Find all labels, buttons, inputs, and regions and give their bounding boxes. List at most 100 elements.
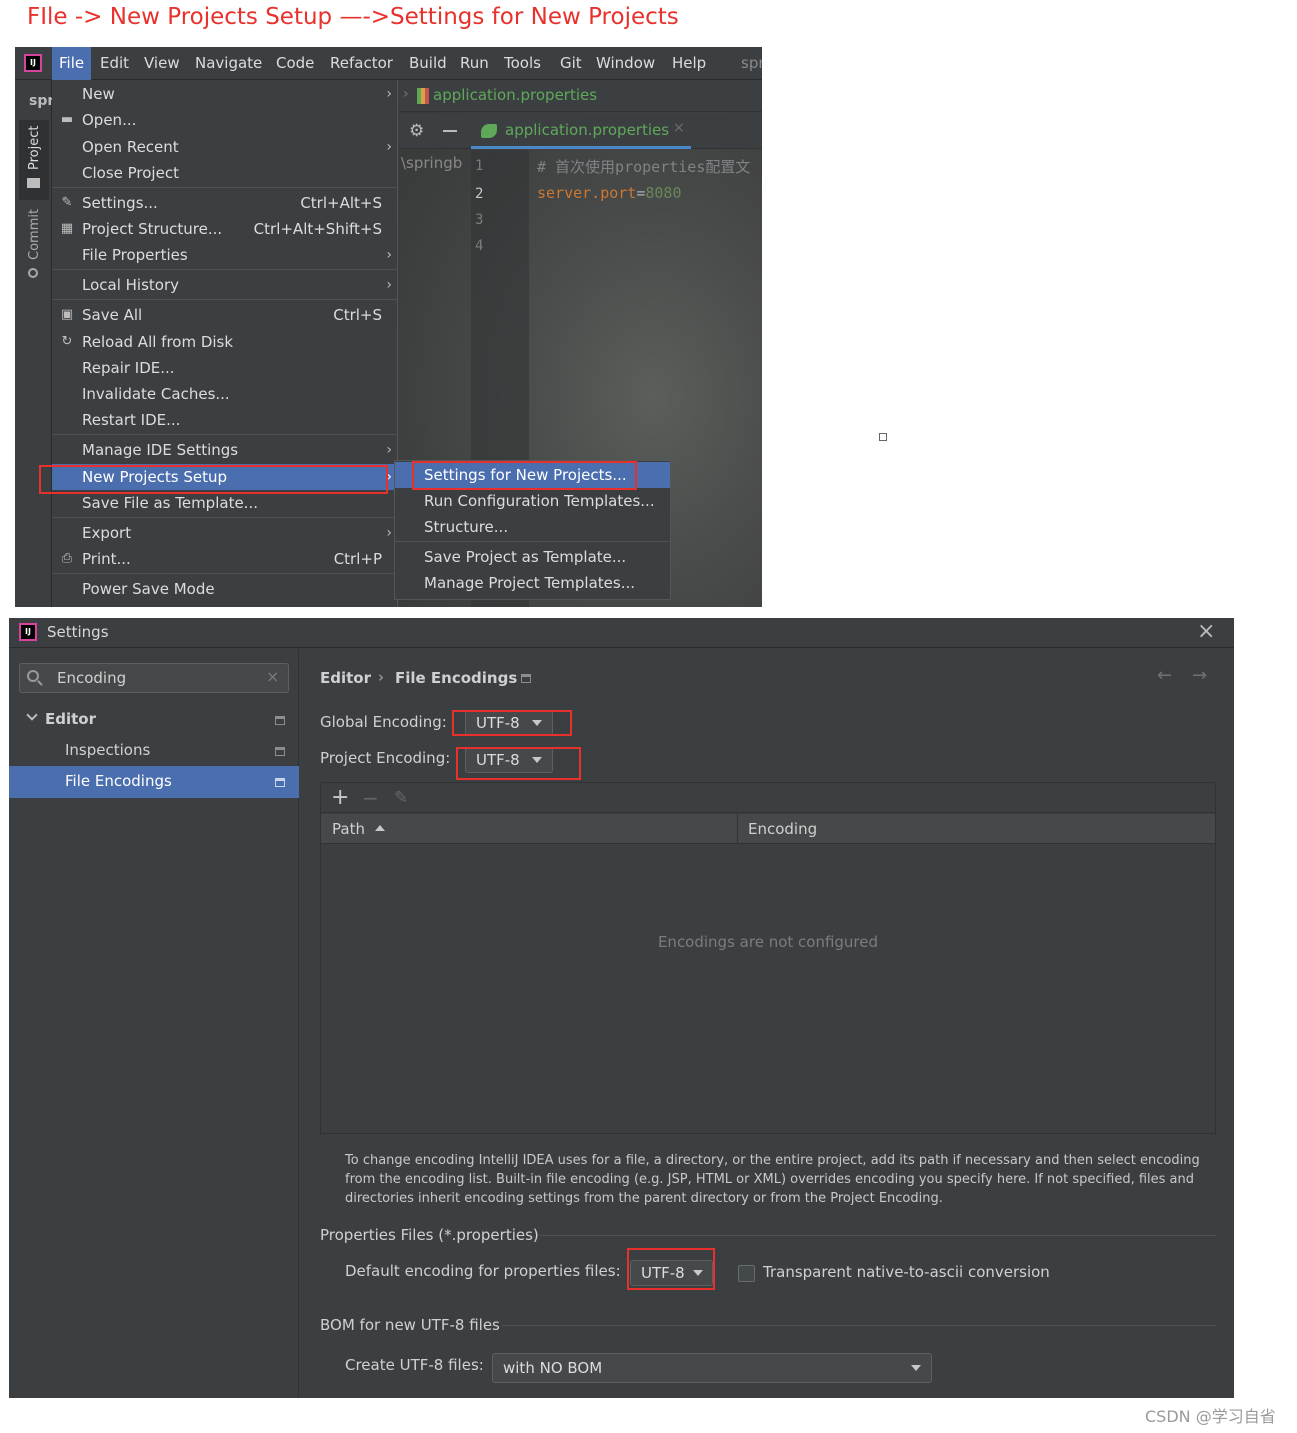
dropdown-arrow-icon bbox=[911, 1365, 921, 1371]
menu-item-shortcut: Ctrl+P bbox=[333, 550, 382, 568]
menu-help[interactable]: Help bbox=[665, 47, 713, 80]
menu-item-local-history[interactable]: Local History › bbox=[52, 272, 398, 298]
menu-edit[interactable]: Edit bbox=[93, 47, 136, 80]
project-encoding-label: Project Encoding: bbox=[320, 749, 451, 767]
menu-item-print[interactable]: ⎙ Print... Ctrl+P bbox=[52, 546, 398, 572]
menu-separator bbox=[52, 573, 398, 574]
column-header-path[interactable]: Path bbox=[332, 820, 365, 838]
chevron-down-icon[interactable] bbox=[26, 709, 38, 721]
tree-item-editor[interactable]: Editor bbox=[9, 705, 299, 735]
create-utf8-label: Create UTF-8 files: bbox=[345, 1356, 484, 1374]
menu-view[interactable]: View bbox=[137, 47, 187, 80]
ide-window: IJ File Edit View Navigate Code Refactor… bbox=[15, 47, 762, 607]
menu-separator bbox=[52, 269, 398, 270]
submenu-item-manage-project-templates[interactable]: Manage Project Templates... bbox=[395, 570, 670, 596]
menu-git[interactable]: Git bbox=[553, 47, 589, 80]
menu-item-open-recent[interactable]: Open Recent › bbox=[52, 134, 398, 160]
settings-search-box[interactable]: Encoding × bbox=[19, 663, 289, 693]
menu-tools[interactable]: Tools bbox=[497, 47, 548, 80]
stray-marker-icon bbox=[879, 433, 887, 441]
breadcrumb-file-encodings: File Encodings bbox=[395, 669, 518, 687]
menu-item-reload-all[interactable]: ↻ Reload All from Disk bbox=[52, 329, 398, 355]
menu-file[interactable]: File bbox=[52, 47, 92, 80]
menu-navigate[interactable]: Navigate bbox=[188, 47, 269, 80]
submenu-item-save-project-as-template[interactable]: Save Project as Template... bbox=[395, 544, 670, 570]
clear-search-icon[interactable]: × bbox=[266, 667, 279, 686]
create-utf8-dropdown[interactable]: with NO BOM bbox=[492, 1353, 932, 1383]
column-header-encoding[interactable]: Encoding bbox=[748, 820, 817, 838]
menu-item-power-save-mode[interactable]: Power Save Mode bbox=[52, 576, 398, 602]
add-icon[interactable]: + bbox=[331, 783, 349, 813]
back-arrow-icon[interactable]: ← bbox=[1157, 665, 1172, 686]
menu-window[interactable]: Window bbox=[589, 47, 662, 80]
menu-item-repair-ide[interactable]: Repair IDE... bbox=[52, 355, 398, 381]
menu-item-invalidate-caches[interactable]: Invalidate Caches... bbox=[52, 381, 398, 407]
editor-tab-label: application.properties bbox=[505, 121, 670, 139]
table-toolbar: + − ✎ bbox=[321, 783, 1215, 813]
properties-section-title: Properties Files (*.properties) bbox=[320, 1226, 539, 1244]
submenu-item-structure[interactable]: Structure... bbox=[395, 514, 670, 540]
forward-arrow-icon[interactable]: → bbox=[1192, 665, 1207, 686]
breadcrumb-editor[interactable]: Editor bbox=[320, 669, 371, 687]
chevron-right-icon: › bbox=[386, 86, 392, 102]
code-line-1: # 首次使用properties配置文 bbox=[537, 158, 751, 176]
tree-item-inspections[interactable]: Inspections bbox=[9, 736, 299, 766]
project-level-icon bbox=[521, 674, 531, 683]
edit-pencil-icon[interactable]: ✎ bbox=[394, 788, 408, 808]
menu-item-restart-ide[interactable]: Restart IDE... bbox=[52, 407, 398, 433]
menu-code[interactable]: Code bbox=[269, 47, 321, 80]
transparent-conversion-checkbox[interactable] bbox=[738, 1265, 755, 1282]
tool-window-strip: spr Project Commit bbox=[15, 80, 54, 607]
project-level-icon bbox=[275, 716, 285, 725]
commit-tab-label: Commit bbox=[27, 208, 42, 260]
gear-icon[interactable]: ⚙ bbox=[409, 121, 424, 141]
submenu-item-run-configuration-templates[interactable]: Run Configuration Templates... bbox=[395, 488, 670, 514]
minimize-icon[interactable] bbox=[443, 130, 457, 132]
remove-icon[interactable]: − bbox=[362, 783, 379, 813]
menu-separator bbox=[52, 299, 398, 300]
menu-item-settings[interactable]: ✎ Settings... Ctrl+Alt+S bbox=[52, 190, 398, 216]
tree-item-label: File Encodings bbox=[65, 772, 172, 790]
column-path-label: Path bbox=[332, 820, 365, 838]
bom-section-title: BOM for new UTF-8 files bbox=[320, 1316, 500, 1334]
menu-run[interactable]: Run bbox=[453, 47, 496, 80]
menu-item-label: Export bbox=[82, 524, 132, 542]
global-encoding-label: Global Encoding: bbox=[320, 713, 447, 731]
project-tool-tab[interactable]: Project bbox=[19, 120, 49, 200]
line-number-2: 2 bbox=[475, 186, 484, 202]
wrench-icon: ✎ bbox=[61, 195, 73, 210]
menu-item-close-project[interactable]: Close Project bbox=[52, 160, 398, 186]
menu-item-label: Project Structure... bbox=[82, 220, 223, 238]
menu-item-label: Open Recent bbox=[82, 138, 179, 156]
menu-build[interactable]: Build bbox=[402, 47, 454, 80]
breadcrumb-file[interactable]: application.properties bbox=[433, 86, 597, 104]
menu-item-label: Invalidate Caches... bbox=[82, 385, 230, 403]
menu-item-open[interactable]: ▬ Open... bbox=[52, 107, 398, 133]
menu-item-manage-ide-settings[interactable]: Manage IDE Settings › bbox=[52, 437, 398, 463]
menu-refactor[interactable]: Refactor bbox=[323, 47, 400, 80]
menu-item-label: Power Save Mode bbox=[82, 580, 215, 598]
close-icon[interactable]: × bbox=[1197, 619, 1215, 644]
caption: FIle -> New Projects Setup —->Settings f… bbox=[27, 4, 679, 30]
menu-item-label: Manage IDE Settings bbox=[82, 441, 239, 459]
menu-item-save-all[interactable]: ▣ Save All Ctrl+S bbox=[52, 302, 398, 328]
menu-item-file-properties[interactable]: File Properties › bbox=[52, 242, 398, 268]
chevron-right-icon: › bbox=[386, 525, 392, 541]
search-input[interactable]: Encoding bbox=[57, 669, 126, 687]
menu-item-new[interactable]: New › bbox=[52, 81, 398, 107]
editor-tab-bar: ⚙ application.properties × bbox=[399, 113, 762, 149]
editor-tab-application-properties[interactable]: application.properties × bbox=[471, 113, 691, 149]
tree-item-file-encodings[interactable]: File Encodings bbox=[9, 766, 299, 798]
menu-bar: IJ File Edit View Navigate Code Refactor… bbox=[15, 47, 762, 80]
menu-item-label: Local History bbox=[82, 276, 180, 294]
close-tab-icon[interactable]: × bbox=[673, 120, 685, 136]
chevron-right-icon: › bbox=[386, 277, 392, 293]
menu-item-project-structure[interactable]: ▦ Project Structure... Ctrl+Alt+Shift+S bbox=[52, 216, 398, 242]
reload-icon: ↻ bbox=[61, 334, 73, 349]
section-divider bbox=[540, 1235, 1216, 1236]
submenu-item-label: Save Project as Template... bbox=[424, 548, 627, 566]
commit-tool-tab[interactable]: Commit bbox=[19, 208, 49, 290]
chevron-right-icon: › bbox=[386, 247, 392, 263]
tree-item-label: Inspections bbox=[65, 741, 151, 759]
menu-item-export[interactable]: Export › bbox=[52, 520, 398, 546]
